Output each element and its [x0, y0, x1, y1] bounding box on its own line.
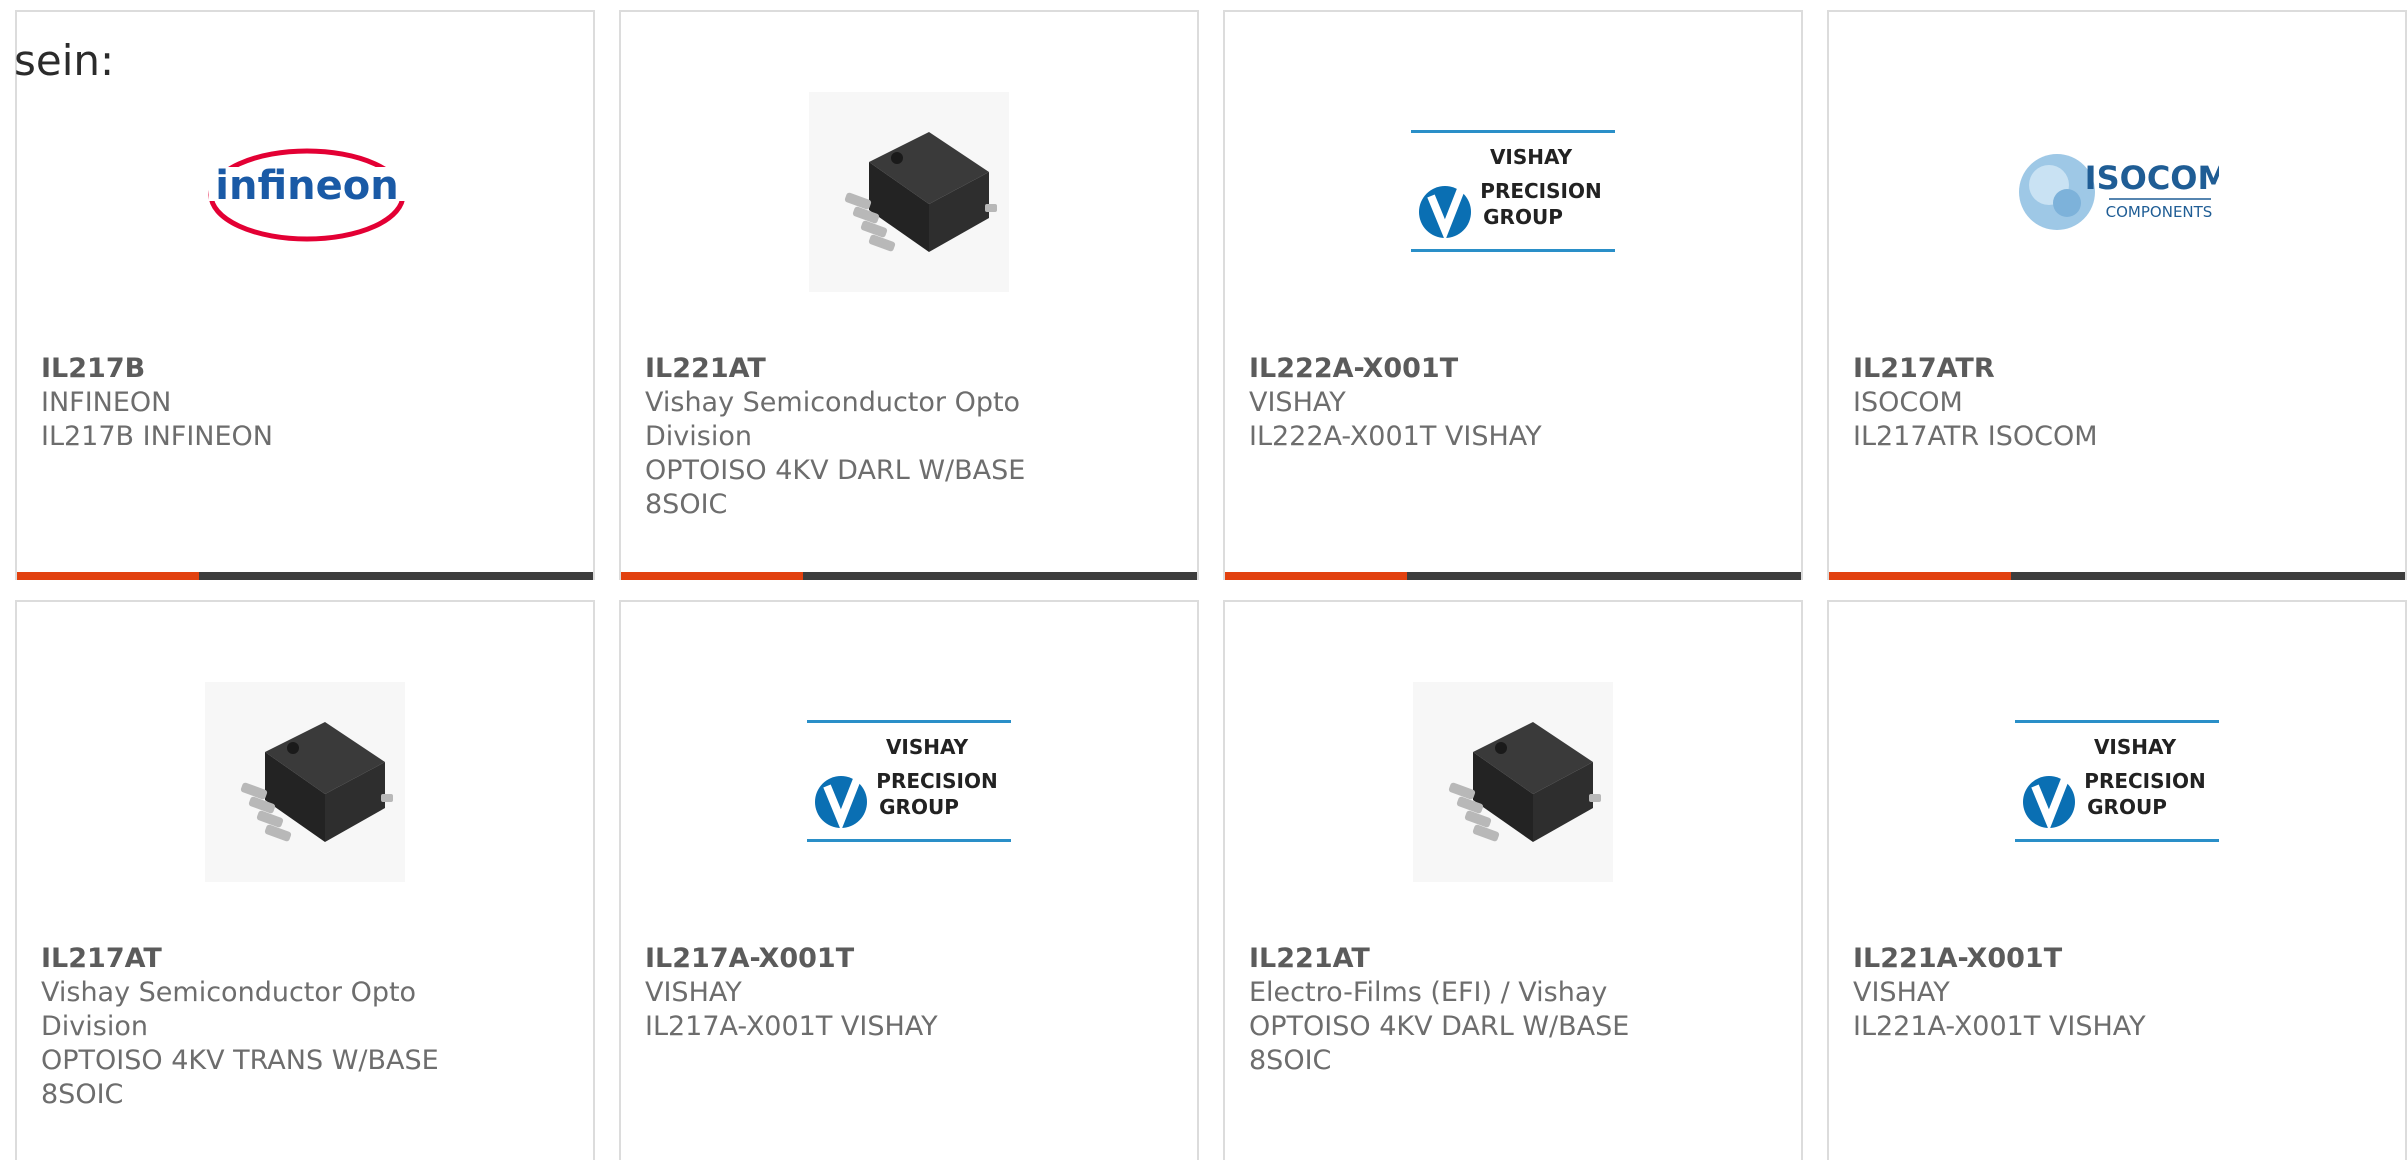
- manufacturer-label: Electro-Films (EFI) / Vishay: [1249, 977, 1608, 1008]
- part-number-link[interactable]: IL217ATR: [1853, 352, 2381, 386]
- svg-text:VISHAY: VISHAY: [886, 735, 969, 759]
- product-card[interactable]: ISOCOM COMPONENTS IL217ATR ISOCOM IL217A…: [1827, 10, 2407, 580]
- part-number-link[interactable]: IL217A-X001T: [645, 942, 1173, 976]
- description-label: IL217A-X001T VISHAY: [645, 1011, 938, 1042]
- card-accent-bar: [17, 572, 199, 580]
- vishay-precision-logo-icon: VISHAY PRECISION GROUP: [807, 720, 1011, 842]
- description-label: IL217B INFINEON: [41, 421, 274, 452]
- soic-chip-icon: [205, 682, 405, 882]
- product-card[interactable]: VISHAY PRECISION GROUP IL222A-X001T VISH…: [1223, 10, 1803, 580]
- product-card[interactable]: IL221AT Vishay Semiconductor Opto Divisi…: [619, 10, 1199, 580]
- description-label: OPTOISO 4KV DARL W/BASE 8SOIC: [645, 455, 1026, 520]
- svg-text:PRECISION: PRECISION: [2084, 769, 2205, 793]
- svg-text:PRECISION: PRECISION: [876, 769, 997, 793]
- part-number-link[interactable]: IL221AT: [1249, 942, 1777, 976]
- product-image-soic-chip[interactable]: [17, 662, 593, 902]
- card-footer-bar: [17, 572, 593, 580]
- vishay-precision-logo-icon: VISHAY PRECISION GROUP: [2015, 720, 2219, 842]
- part-number-link[interactable]: IL221AT: [645, 352, 1173, 386]
- manufacturer-label: VISHAY: [645, 977, 742, 1008]
- svg-text:VISHAY: VISHAY: [2094, 735, 2177, 759]
- svg-text:GROUP: GROUP: [2087, 795, 2167, 819]
- manufacturer-label: INFINEON: [41, 387, 172, 418]
- product-image-vishay-precision-logo[interactable]: VISHAY PRECISION GROUP: [1225, 72, 1801, 312]
- svg-text:PRECISION: PRECISION: [1480, 179, 1601, 203]
- product-image-soic-chip[interactable]: [1225, 662, 1801, 902]
- infineon-logo-icon: infineon: [208, 148, 409, 242]
- card-accent-bar: [621, 572, 803, 580]
- product-image-infineon-logo[interactable]: infineon: [17, 72, 593, 312]
- intro-text: sein:: [14, 36, 115, 85]
- vishay-precision-logo-icon: VISHAY PRECISION GROUP: [1411, 130, 1615, 252]
- manufacturer-label: Vishay Semiconductor Opto Division: [645, 387, 1021, 452]
- product-card[interactable]: IL217AT Vishay Semiconductor Opto Divisi…: [15, 600, 595, 1160]
- svg-text:GROUP: GROUP: [879, 795, 959, 819]
- card-footer-bar: [1829, 572, 2405, 580]
- svg-text:GROUP: GROUP: [1483, 205, 1563, 229]
- card-footer-bar: [621, 572, 1197, 580]
- card-accent-bar: [1829, 572, 2011, 580]
- isocom-logo-icon: ISOCOM COMPONENTS: [2019, 154, 2219, 230]
- manufacturer-label: VISHAY: [1853, 977, 1950, 1008]
- description-label: IL222A-X001T VISHAY: [1249, 421, 1542, 452]
- description-label: OPTOISO 4KV DARL W/BASE 8SOIC: [1249, 1011, 1630, 1076]
- manufacturer-label: ISOCOM: [1853, 387, 1963, 418]
- soic-chip-icon: [809, 92, 1009, 292]
- description-label: IL221A-X001T VISHAY: [1853, 1011, 2146, 1042]
- product-card[interactable]: infineon IL217B INFINEON IL217B INFINEON: [15, 10, 595, 580]
- description-label: IL217ATR ISOCOM: [1853, 421, 2098, 452]
- manufacturer-label: Vishay Semiconductor Opto Division: [41, 977, 417, 1042]
- svg-text:infineon: infineon: [215, 163, 398, 209]
- svg-text:ISOCOM: ISOCOM: [2085, 159, 2219, 197]
- part-number-link[interactable]: IL222A-X001T: [1249, 352, 1777, 386]
- soic-chip-icon: [1413, 682, 1613, 882]
- product-card[interactable]: IL221AT Electro-Films (EFI) / Vishay OPT…: [1223, 600, 1803, 1160]
- product-image-vishay-precision-logo[interactable]: VISHAY PRECISION GROUP: [1829, 662, 2405, 902]
- card-footer-bar: [1225, 572, 1801, 580]
- product-image-soic-chip[interactable]: [621, 72, 1197, 312]
- product-card[interactable]: VISHAY PRECISION GROUP IL217A-X001T VISH…: [619, 600, 1199, 1160]
- description-label: OPTOISO 4KV TRANS W/BASE 8SOIC: [41, 1045, 439, 1110]
- part-number-link[interactable]: IL217B: [41, 352, 569, 386]
- svg-text:VISHAY: VISHAY: [1490, 145, 1573, 169]
- product-image-isocom-logo[interactable]: ISOCOM COMPONENTS: [1829, 72, 2405, 312]
- product-card[interactable]: VISHAY PRECISION GROUP IL221A-X001T VISH…: [1827, 600, 2407, 1160]
- card-accent-bar: [1225, 572, 1407, 580]
- svg-text:COMPONENTS: COMPONENTS: [2106, 203, 2213, 221]
- manufacturer-label: VISHAY: [1249, 387, 1346, 418]
- part-number-link[interactable]: IL221A-X001T: [1853, 942, 2381, 976]
- product-image-vishay-precision-logo[interactable]: VISHAY PRECISION GROUP: [621, 662, 1197, 902]
- part-number-link[interactable]: IL217AT: [41, 942, 569, 976]
